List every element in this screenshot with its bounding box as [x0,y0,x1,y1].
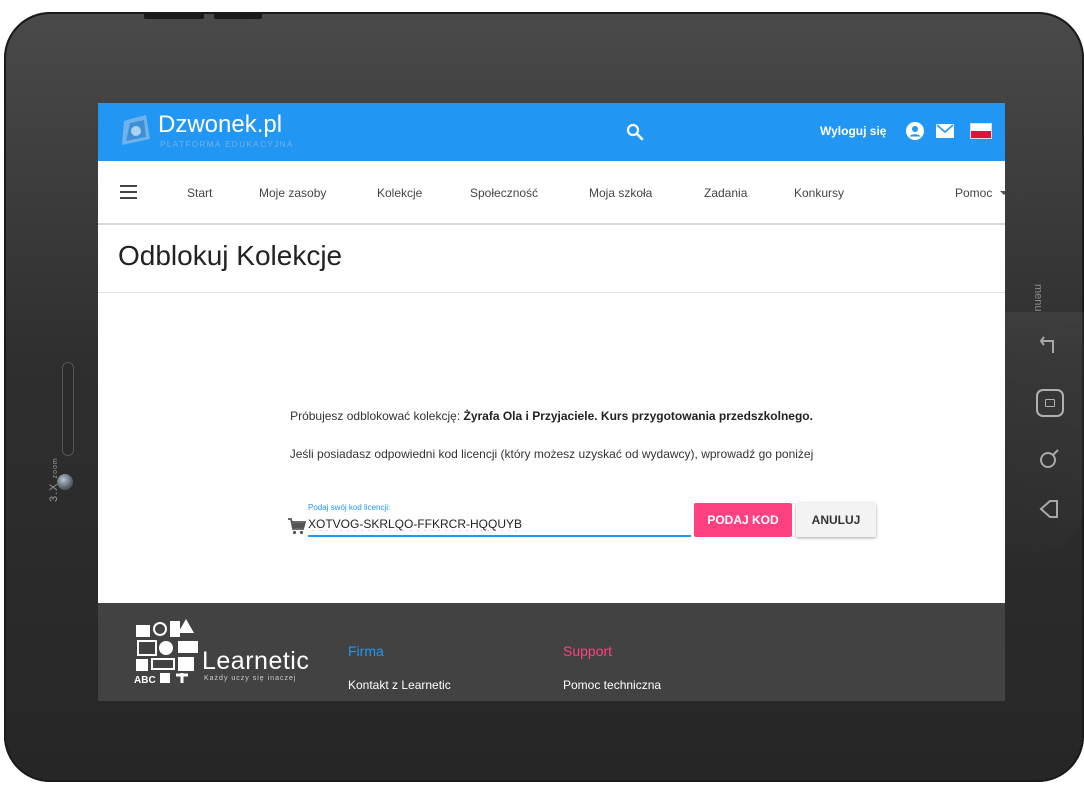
unlock-message: Próbujesz odblokować kolekcję: Żyrafa Ol… [98,409,1005,423]
footer-heading-firma: Firma [348,643,384,659]
user-icon[interactable] [906,122,924,140]
license-field-label: Podaj swój kod licencji: [308,503,391,512]
app-screen: Dzwonek.pl PLATFORMA EDUKACYJNA Wyloguj … [98,103,1005,701]
footer-link-contact[interactable]: Kontakt z Learnetic [348,678,451,692]
nav-item-konkursy[interactable]: Konkursy [794,186,844,200]
page-title: Odblokuj Kolekcje [118,240,343,271]
logo-text[interactable]: Dzwonek.pl [158,111,282,139]
nav-item-spolecznosc[interactable]: Społeczność [470,186,538,200]
nav-item-kolekcje[interactable]: Kolekcje [377,186,422,200]
footer-heading-support: Support [563,643,613,659]
top-bar: Dzwonek.pl PLATFORMA EDUKACYJNA Wyloguj … [98,103,1005,161]
return-icon[interactable] [1036,496,1062,522]
svg-text:ABC: ABC [134,675,156,685]
search-icon[interactable] [626,123,644,141]
nav-item-start[interactable]: Start [187,186,212,200]
side-slot [62,362,74,456]
cart-icon [288,518,306,535]
zoom-label: 3.X zoom [48,457,60,502]
license-code-input[interactable] [308,513,691,537]
mail-icon[interactable] [936,124,954,138]
learnetic-tagline: Każdy uczy się inaczej [204,675,297,682]
submit-code-button[interactable]: PODAJ KOD [694,503,792,537]
zoom-sub: zoom [52,457,59,479]
menu-label: menu [1032,284,1044,312]
nav-item-zadania[interactable]: Zadania [704,186,747,200]
search-hw-icon[interactable] [1036,446,1062,472]
title-divider [98,292,1005,293]
footer-link-tech-support[interactable]: Pomoc techniczna [563,678,661,692]
hamburger-icon[interactable] [120,185,137,199]
logo-subtitle: PLATFORMA EDUKACYJNA [160,140,294,149]
top-hardware-button-right [214,12,262,19]
nav-item-moja-szkola[interactable]: Moja szkoła [589,186,652,200]
flag-icon[interactable] [970,123,992,139]
main-navigation: Start Moje zasoby Kolekcje Społeczność M… [98,161,1005,225]
learnetic-logo-icon[interactable]: ABC [132,615,202,685]
footer: ABC Learnetic Każdy uczy się inaczej Fir… [98,603,1005,701]
license-instruction: Jeśli posiadasz odpowiedni kod licencji … [289,447,814,461]
nav-item-moje-zasoby[interactable]: Moje zasoby [259,186,326,200]
collection-name: Żyrafa Ola i Przyjaciele. Kurs przygotow… [463,409,813,423]
cancel-button[interactable]: ANULUJ [796,503,876,537]
unlock-message-prefix: Próbujesz odblokować kolekcję: [290,409,461,423]
top-hardware-button-left [144,12,204,19]
home-icon[interactable] [1036,389,1064,417]
back-icon[interactable] [1036,332,1062,358]
bell-logo-icon[interactable] [116,111,156,151]
nav-item-pomoc[interactable]: Pomoc [955,186,992,200]
learnetic-brand[interactable]: Learnetic [202,647,309,676]
zoom-value: 3.X [48,482,60,502]
logout-link[interactable]: Wyloguj się [820,124,886,138]
chevron-down-icon[interactable] [1000,191,1005,195]
